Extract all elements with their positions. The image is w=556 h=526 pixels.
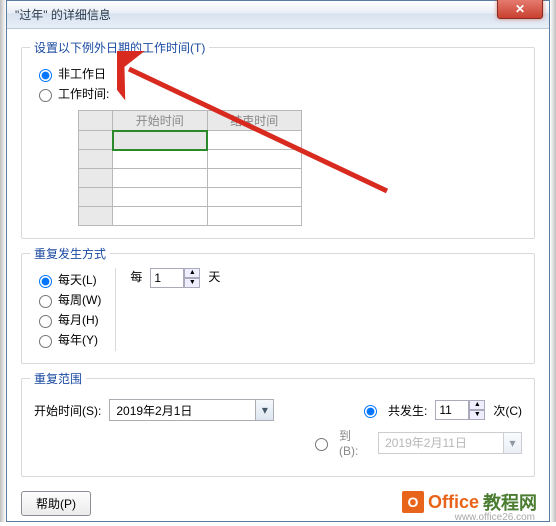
close-icon: ✕: [515, 2, 525, 16]
watermark-url: www.office26.com: [455, 512, 535, 523]
daily-label: 每天(L): [58, 271, 97, 288]
row-header: [79, 188, 113, 207]
occur-input[interactable]: [435, 400, 469, 420]
daily-radio[interactable]: [39, 275, 52, 288]
interval-up-button[interactable]: ▲: [184, 268, 200, 278]
cell[interactable]: [113, 169, 208, 188]
watermark-brand1: Office: [428, 492, 479, 513]
interval-down-button[interactable]: ▼: [184, 278, 200, 288]
occur-radio[interactable]: [364, 405, 377, 418]
chevron-down-icon: ▾: [255, 400, 273, 420]
table-corner: [79, 111, 113, 131]
row-header: [79, 207, 113, 226]
window-title: "过年" 的详细信息: [15, 6, 111, 23]
cell[interactable]: [113, 207, 208, 226]
office-badge-icon: O: [402, 491, 424, 513]
cell[interactable]: [207, 169, 302, 188]
until-date-value: 2019年2月11日: [379, 432, 503, 453]
recurrence-range-group: 重复范围 开始时间(S): 2019年2月1日 ▾ 共发生: ▲ ▼ 次(C: [21, 378, 535, 477]
monthly-label: 每月(H): [58, 311, 99, 328]
pattern-title: 重复发生方式: [30, 245, 110, 262]
days-label: 天: [208, 268, 220, 285]
working-time-group: 设置以下例外日期的工作时间(T) 非工作日 工作时间: 开始时间 结束时间: [21, 47, 535, 239]
row-header: [79, 150, 113, 169]
nonworking-radio[interactable]: [39, 69, 52, 82]
recurrence-pattern-group: 重复发生方式 每天(L) 每周(W) 每月(H) 每年(Y) 每 ▲ ▼: [21, 253, 535, 364]
yearly-label: 每年(Y): [58, 331, 98, 348]
start-label: 开始时间(S):: [34, 402, 101, 419]
yearly-radio[interactable]: [39, 335, 52, 348]
close-button[interactable]: ✕: [497, 0, 543, 19]
cell[interactable]: [113, 150, 208, 169]
working-radio[interactable]: [39, 89, 52, 102]
occur-down-button[interactable]: ▼: [469, 410, 485, 420]
start-date-value: 2019年2月1日: [110, 400, 255, 421]
until-radio[interactable]: [315, 438, 328, 451]
cell[interactable]: [207, 188, 302, 207]
chevron-down-icon: ▾: [503, 433, 521, 453]
row-header: [79, 169, 113, 188]
cell[interactable]: [207, 131, 302, 150]
row-header: [79, 131, 113, 150]
titlebar: "过年" 的详细信息 ✕: [7, 1, 549, 29]
range-title: 重复范围: [30, 370, 86, 387]
every-label: 每: [130, 268, 142, 285]
occur-up-button[interactable]: ▲: [469, 400, 485, 410]
interval-input[interactable]: [150, 268, 184, 288]
cell[interactable]: [207, 207, 302, 226]
times-table: 开始时间 结束时间: [78, 110, 302, 226]
col-end-header: 结束时间: [207, 111, 302, 131]
help-label: 帮助(P): [36, 497, 76, 511]
weekly-label: 每周(W): [58, 291, 101, 308]
nonworking-label: 非工作日: [58, 65, 106, 82]
help-button[interactable]: 帮助(P): [21, 491, 91, 516]
until-label: 到(B):: [339, 427, 370, 458]
occur-label: 共发生:: [388, 402, 427, 419]
weekly-radio[interactable]: [39, 295, 52, 308]
start-date-dropdown[interactable]: 2019年2月1日 ▾: [109, 399, 274, 421]
cell[interactable]: [207, 150, 302, 169]
cell[interactable]: [113, 188, 208, 207]
cell[interactable]: [113, 131, 208, 150]
col-start-header: 开始时间: [113, 111, 208, 131]
monthly-radio[interactable]: [39, 315, 52, 328]
occur-suffix: 次(C): [493, 402, 522, 419]
until-date-dropdown[interactable]: 2019年2月11日 ▾: [378, 432, 522, 454]
working-label: 工作时间:: [58, 85, 109, 102]
group1-title: 设置以下例外日期的工作时间(T): [30, 39, 209, 56]
